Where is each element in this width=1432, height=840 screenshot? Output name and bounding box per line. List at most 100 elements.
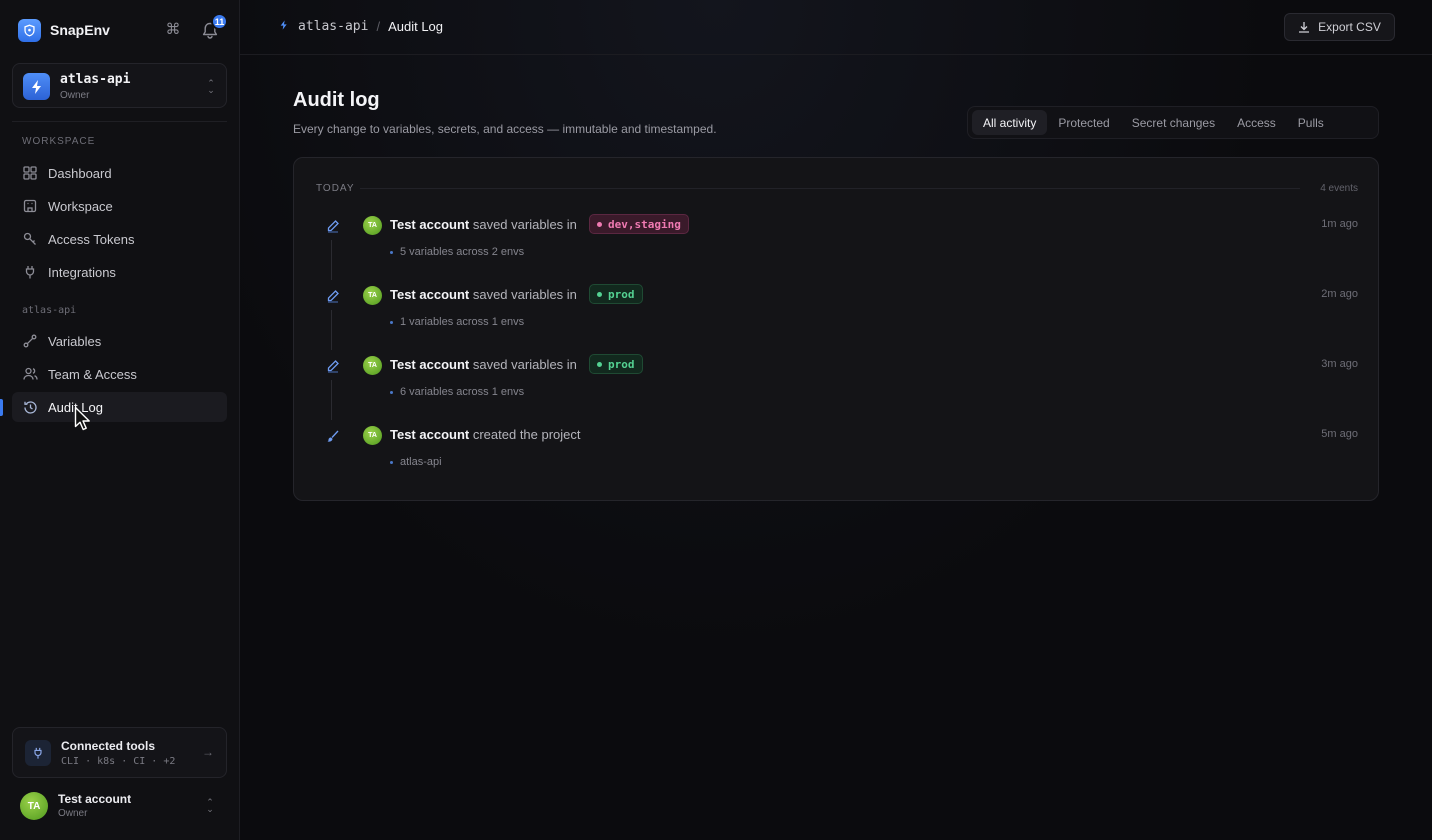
- env-tag-label: dev,staging: [608, 217, 681, 231]
- bullet-icon: [390, 460, 393, 464]
- event-detail-text: atlas-api: [400, 456, 442, 468]
- audit-timeline-panel: TODAY 4 events TA Test account saved var…: [293, 157, 1379, 501]
- audit-event[interactable]: TA Test account created the project 5m a…: [294, 426, 1380, 486]
- tab-all-activity[interactable]: All activity: [972, 110, 1048, 135]
- sidebar-item-label: Integrations: [48, 264, 116, 280]
- user-name: Test account: [58, 792, 132, 806]
- event-actor: Test account: [390, 217, 470, 232]
- sidebar-item-team-access[interactable]: Team & Access: [12, 359, 227, 389]
- variables-icon: [22, 333, 38, 349]
- command-icon[interactable]: ⌘: [164, 19, 182, 41]
- avatar: TA: [363, 286, 382, 305]
- connected-tools-title: Connected tools: [61, 739, 156, 753]
- connected-tools-card[interactable]: Connected tools CLI · k8s · CI · +2 →: [12, 727, 227, 778]
- brush-icon: [326, 429, 340, 443]
- event-action: saved variables in: [472, 287, 577, 302]
- building-icon: [22, 198, 38, 214]
- env-dot-icon: [597, 361, 602, 367]
- event-detail: 5 variables across 2 envs: [390, 246, 524, 258]
- chevron-updown-icon: ⌃ ⌄: [206, 797, 214, 814]
- sidebar-item-workspace[interactable]: Workspace: [12, 191, 227, 221]
- notification-badge: 11: [211, 13, 228, 30]
- sidebar-item-dashboard[interactable]: Dashboard: [12, 158, 227, 188]
- export-csv-button[interactable]: Export CSV: [1284, 13, 1395, 41]
- event-detail-text: 5 variables across 2 envs: [400, 246, 525, 258]
- group-divider: [360, 188, 1300, 189]
- event-detail: atlas-api: [390, 456, 442, 468]
- bolt-icon: [23, 73, 50, 100]
- breadcrumb-project[interactable]: atlas-api: [298, 19, 368, 34]
- page-subtitle: Every change to variables, secrets, and …: [293, 122, 717, 136]
- breadcrumb-separator: /: [376, 19, 381, 34]
- event-action: saved variables in: [472, 357, 577, 372]
- audit-event[interactable]: TA Test account saved variables in prod …: [294, 354, 1380, 416]
- breadcrumb: atlas-api / Audit Log: [280, 19, 443, 34]
- grid-icon: [22, 165, 38, 181]
- env-dot-icon: [597, 221, 602, 227]
- chevron-updown-icon: ⌃ ⌄: [207, 78, 215, 95]
- group-label: TODAY: [316, 183, 355, 194]
- breadcrumb-current: Audit Log: [388, 19, 444, 34]
- arrow-right-icon: →: [202, 745, 214, 759]
- env-tag: prod: [589, 354, 643, 374]
- workspace-section-label: WORKSPACE: [22, 136, 96, 147]
- sidebar: SnapEnv ⌘ 11 atlas-api Owner ⌃ ⌄ WORKSPAC…: [0, 0, 240, 840]
- user-menu[interactable]: TA Test account Owner ⌃ ⌄: [20, 791, 220, 821]
- plug-icon: [25, 740, 51, 766]
- project-switcher[interactable]: atlas-api Owner ⌃ ⌄: [12, 63, 227, 108]
- download-icon: [1298, 21, 1310, 33]
- sidebar-item-label: Dashboard: [48, 165, 112, 181]
- sidebar-item-label: Workspace: [48, 198, 113, 214]
- notifications-button[interactable]: 11: [201, 13, 228, 41]
- env-tag-label: prod: [608, 357, 635, 371]
- tab-protected[interactable]: Protected: [1047, 110, 1120, 135]
- event-detail: 1 variables across 1 envs: [390, 316, 524, 328]
- event-time: 2m ago: [1321, 288, 1358, 300]
- event-time: 3m ago: [1321, 358, 1358, 370]
- env-tag-label: prod: [608, 287, 635, 301]
- tab-pulls[interactable]: Pulls: [1287, 110, 1335, 135]
- event-summary: Test account saved variables in: [390, 357, 577, 372]
- tab-access[interactable]: Access: [1226, 110, 1287, 135]
- event-summary: Test account saved variables in: [390, 287, 577, 302]
- users-icon: [22, 366, 38, 382]
- brand[interactable]: SnapEnv: [18, 18, 110, 42]
- avatar: TA: [363, 356, 382, 375]
- pencil-icon: [326, 289, 340, 303]
- sidebar-item-access-tokens[interactable]: Access Tokens: [12, 224, 227, 254]
- sidebar-item-audit-log[interactable]: Audit Log: [12, 392, 227, 422]
- avatar: TA: [363, 216, 382, 235]
- history-icon: [22, 399, 38, 415]
- pencil-icon: [326, 359, 340, 373]
- sidebar-item-label: Access Tokens: [48, 231, 135, 247]
- event-time: 1m ago: [1321, 218, 1358, 230]
- env-tag: prod: [589, 284, 643, 304]
- audit-event[interactable]: TA Test account saved variables in prod …: [294, 284, 1380, 346]
- audit-event[interactable]: TA Test account saved variables in dev,s…: [294, 214, 1380, 276]
- key-icon: [22, 231, 38, 247]
- env-dot-icon: [597, 291, 602, 297]
- event-count: 4 events: [1320, 183, 1358, 194]
- sidebar-item-label: Team & Access: [48, 366, 137, 382]
- user-role: Owner: [58, 808, 88, 819]
- sidebar-item-label: Variables: [48, 333, 102, 349]
- bullet-icon: [390, 320, 393, 324]
- main-content: atlas-api / Audit Log Export CSV Audit l…: [240, 0, 1432, 840]
- tab-secret-changes[interactable]: Secret changes: [1121, 110, 1226, 135]
- pencil-icon: [326, 219, 340, 233]
- event-detail-text: 6 variables across 1 envs: [400, 386, 525, 398]
- plug-icon: [22, 264, 38, 280]
- brand-name: SnapEnv: [50, 22, 110, 38]
- event-action: saved variables in: [472, 217, 577, 232]
- mouse-cursor-icon: [74, 406, 90, 431]
- avatar: TA: [20, 792, 48, 820]
- active-indicator: [0, 399, 3, 416]
- event-detail-text: 1 variables across 1 envs: [400, 316, 525, 328]
- event-time: 5m ago: [1321, 428, 1358, 440]
- bolt-icon: [280, 19, 288, 34]
- sidebar-item-variables[interactable]: Variables: [12, 326, 227, 356]
- activity-filter-tabs: All activity Protected Secret changes Ac…: [967, 106, 1379, 139]
- sidebar-item-integrations[interactable]: Integrations: [12, 257, 227, 287]
- export-csv-label: Export CSV: [1318, 20, 1381, 34]
